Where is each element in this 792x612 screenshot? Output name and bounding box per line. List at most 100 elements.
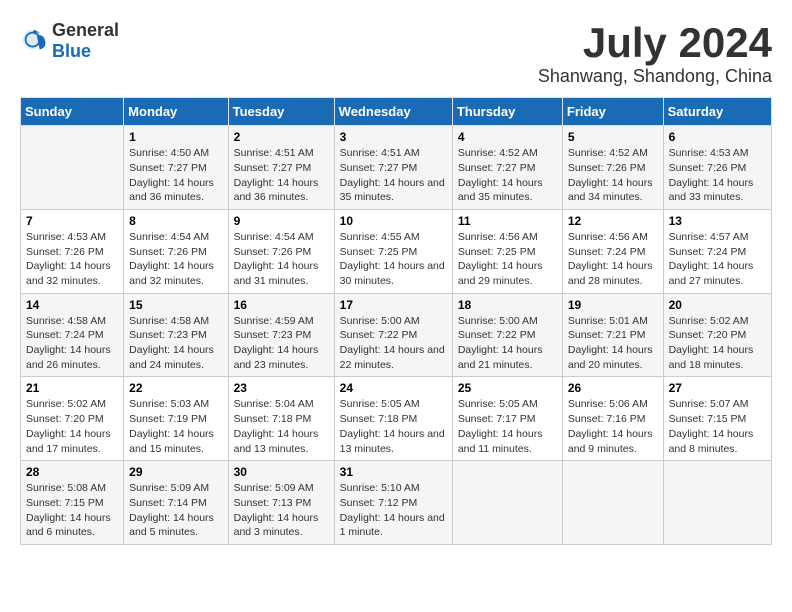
calendar-cell: 17 Sunrise: 5:00 AM Sunset: 7:22 PM Dayl…: [334, 293, 452, 377]
day-info: Sunrise: 5:04 AM Sunset: 7:18 PM Dayligh…: [234, 397, 329, 456]
day-number: 28: [26, 465, 118, 479]
location-title: Shanwang, Shandong, China: [538, 66, 772, 87]
day-number: 16: [234, 298, 329, 312]
day-number: 15: [129, 298, 222, 312]
calendar-cell: 2 Sunrise: 4:51 AM Sunset: 7:27 PM Dayli…: [228, 126, 334, 210]
day-number: 29: [129, 465, 222, 479]
day-number: 23: [234, 381, 329, 395]
logo-text: General Blue: [52, 20, 119, 62]
day-info: Sunrise: 4:52 AM Sunset: 7:27 PM Dayligh…: [458, 146, 557, 205]
day-number: 4: [458, 130, 557, 144]
calendar-cell: 13 Sunrise: 4:57 AM Sunset: 7:24 PM Dayl…: [663, 209, 771, 293]
header: General Blue July 2024 Shanwang, Shandon…: [20, 20, 772, 87]
day-info: Sunrise: 4:52 AM Sunset: 7:26 PM Dayligh…: [568, 146, 658, 205]
day-info: Sunrise: 4:55 AM Sunset: 7:25 PM Dayligh…: [340, 230, 447, 289]
day-number: 24: [340, 381, 447, 395]
day-number: 30: [234, 465, 329, 479]
day-info: Sunrise: 5:01 AM Sunset: 7:21 PM Dayligh…: [568, 314, 658, 373]
day-info: Sunrise: 4:56 AM Sunset: 7:24 PM Dayligh…: [568, 230, 658, 289]
day-info: Sunrise: 5:07 AM Sunset: 7:15 PM Dayligh…: [669, 397, 766, 456]
calendar-table: SundayMondayTuesdayWednesdayThursdayFrid…: [20, 97, 772, 545]
calendar-cell: 20 Sunrise: 5:02 AM Sunset: 7:20 PM Dayl…: [663, 293, 771, 377]
calendar-cell: 16 Sunrise: 4:59 AM Sunset: 7:23 PM Dayl…: [228, 293, 334, 377]
day-number: 25: [458, 381, 557, 395]
day-info: Sunrise: 4:58 AM Sunset: 7:24 PM Dayligh…: [26, 314, 118, 373]
header-tuesday: Tuesday: [228, 98, 334, 126]
calendar-cell: 14 Sunrise: 4:58 AM Sunset: 7:24 PM Dayl…: [21, 293, 124, 377]
calendar-cell: [452, 461, 562, 545]
day-number: 18: [458, 298, 557, 312]
day-number: 31: [340, 465, 447, 479]
day-number: 14: [26, 298, 118, 312]
calendar-week-row: 1 Sunrise: 4:50 AM Sunset: 7:27 PM Dayli…: [21, 126, 772, 210]
calendar-cell: 15 Sunrise: 4:58 AM Sunset: 7:23 PM Dayl…: [124, 293, 228, 377]
calendar-cell: 9 Sunrise: 4:54 AM Sunset: 7:26 PM Dayli…: [228, 209, 334, 293]
day-number: 19: [568, 298, 658, 312]
calendar-cell: 28 Sunrise: 5:08 AM Sunset: 7:15 PM Dayl…: [21, 461, 124, 545]
day-info: Sunrise: 5:09 AM Sunset: 7:14 PM Dayligh…: [129, 481, 222, 540]
day-info: Sunrise: 5:05 AM Sunset: 7:17 PM Dayligh…: [458, 397, 557, 456]
day-number: 13: [669, 214, 766, 228]
calendar-cell: 31 Sunrise: 5:10 AM Sunset: 7:12 PM Dayl…: [334, 461, 452, 545]
day-info: Sunrise: 5:00 AM Sunset: 7:22 PM Dayligh…: [340, 314, 447, 373]
calendar-cell: [21, 126, 124, 210]
day-info: Sunrise: 5:02 AM Sunset: 7:20 PM Dayligh…: [669, 314, 766, 373]
header-wednesday: Wednesday: [334, 98, 452, 126]
logo-blue: Blue: [52, 41, 91, 61]
calendar-cell: 4 Sunrise: 4:52 AM Sunset: 7:27 PM Dayli…: [452, 126, 562, 210]
calendar-cell: 24 Sunrise: 5:05 AM Sunset: 7:18 PM Dayl…: [334, 377, 452, 461]
day-info: Sunrise: 4:54 AM Sunset: 7:26 PM Dayligh…: [129, 230, 222, 289]
day-number: 10: [340, 214, 447, 228]
day-info: Sunrise: 4:51 AM Sunset: 7:27 PM Dayligh…: [234, 146, 329, 205]
calendar-cell: 26 Sunrise: 5:06 AM Sunset: 7:16 PM Dayl…: [562, 377, 663, 461]
logo-icon: [20, 27, 48, 55]
header-friday: Friday: [562, 98, 663, 126]
calendar-cell: 19 Sunrise: 5:01 AM Sunset: 7:21 PM Dayl…: [562, 293, 663, 377]
calendar-week-row: 21 Sunrise: 5:02 AM Sunset: 7:20 PM Dayl…: [21, 377, 772, 461]
day-number: 3: [340, 130, 447, 144]
calendar-cell: 1 Sunrise: 4:50 AM Sunset: 7:27 PM Dayli…: [124, 126, 228, 210]
calendar-cell: 8 Sunrise: 4:54 AM Sunset: 7:26 PM Dayli…: [124, 209, 228, 293]
day-number: 22: [129, 381, 222, 395]
day-info: Sunrise: 4:53 AM Sunset: 7:26 PM Dayligh…: [669, 146, 766, 205]
calendar-cell: 30 Sunrise: 5:09 AM Sunset: 7:13 PM Dayl…: [228, 461, 334, 545]
calendar-cell: [663, 461, 771, 545]
calendar-cell: 21 Sunrise: 5:02 AM Sunset: 7:20 PM Dayl…: [21, 377, 124, 461]
title-area: July 2024 Shanwang, Shandong, China: [538, 20, 772, 87]
day-number: 27: [669, 381, 766, 395]
day-info: Sunrise: 4:51 AM Sunset: 7:27 PM Dayligh…: [340, 146, 447, 205]
calendar-header-row: SundayMondayTuesdayWednesdayThursdayFrid…: [21, 98, 772, 126]
logo: General Blue: [20, 20, 119, 62]
month-title: July 2024: [538, 20, 772, 66]
calendar-cell: 23 Sunrise: 5:04 AM Sunset: 7:18 PM Dayl…: [228, 377, 334, 461]
calendar-cell: 11 Sunrise: 4:56 AM Sunset: 7:25 PM Dayl…: [452, 209, 562, 293]
calendar-cell: 29 Sunrise: 5:09 AM Sunset: 7:14 PM Dayl…: [124, 461, 228, 545]
calendar-week-row: 28 Sunrise: 5:08 AM Sunset: 7:15 PM Dayl…: [21, 461, 772, 545]
day-info: Sunrise: 5:03 AM Sunset: 7:19 PM Dayligh…: [129, 397, 222, 456]
day-info: Sunrise: 4:59 AM Sunset: 7:23 PM Dayligh…: [234, 314, 329, 373]
day-info: Sunrise: 5:05 AM Sunset: 7:18 PM Dayligh…: [340, 397, 447, 456]
day-number: 17: [340, 298, 447, 312]
calendar-cell: 25 Sunrise: 5:05 AM Sunset: 7:17 PM Dayl…: [452, 377, 562, 461]
calendar-cell: 5 Sunrise: 4:52 AM Sunset: 7:26 PM Dayli…: [562, 126, 663, 210]
calendar-cell: 18 Sunrise: 5:00 AM Sunset: 7:22 PM Dayl…: [452, 293, 562, 377]
day-number: 7: [26, 214, 118, 228]
day-number: 26: [568, 381, 658, 395]
calendar-week-row: 14 Sunrise: 4:58 AM Sunset: 7:24 PM Dayl…: [21, 293, 772, 377]
calendar-cell: 6 Sunrise: 4:53 AM Sunset: 7:26 PM Dayli…: [663, 126, 771, 210]
calendar-cell: [562, 461, 663, 545]
day-number: 8: [129, 214, 222, 228]
logo-general: General: [52, 20, 119, 40]
day-number: 2: [234, 130, 329, 144]
calendar-cell: 27 Sunrise: 5:07 AM Sunset: 7:15 PM Dayl…: [663, 377, 771, 461]
day-number: 21: [26, 381, 118, 395]
day-info: Sunrise: 5:10 AM Sunset: 7:12 PM Dayligh…: [340, 481, 447, 540]
day-info: Sunrise: 4:54 AM Sunset: 7:26 PM Dayligh…: [234, 230, 329, 289]
day-info: Sunrise: 5:06 AM Sunset: 7:16 PM Dayligh…: [568, 397, 658, 456]
day-info: Sunrise: 5:02 AM Sunset: 7:20 PM Dayligh…: [26, 397, 118, 456]
day-number: 9: [234, 214, 329, 228]
day-info: Sunrise: 4:58 AM Sunset: 7:23 PM Dayligh…: [129, 314, 222, 373]
day-info: Sunrise: 4:50 AM Sunset: 7:27 PM Dayligh…: [129, 146, 222, 205]
header-saturday: Saturday: [663, 98, 771, 126]
day-number: 6: [669, 130, 766, 144]
